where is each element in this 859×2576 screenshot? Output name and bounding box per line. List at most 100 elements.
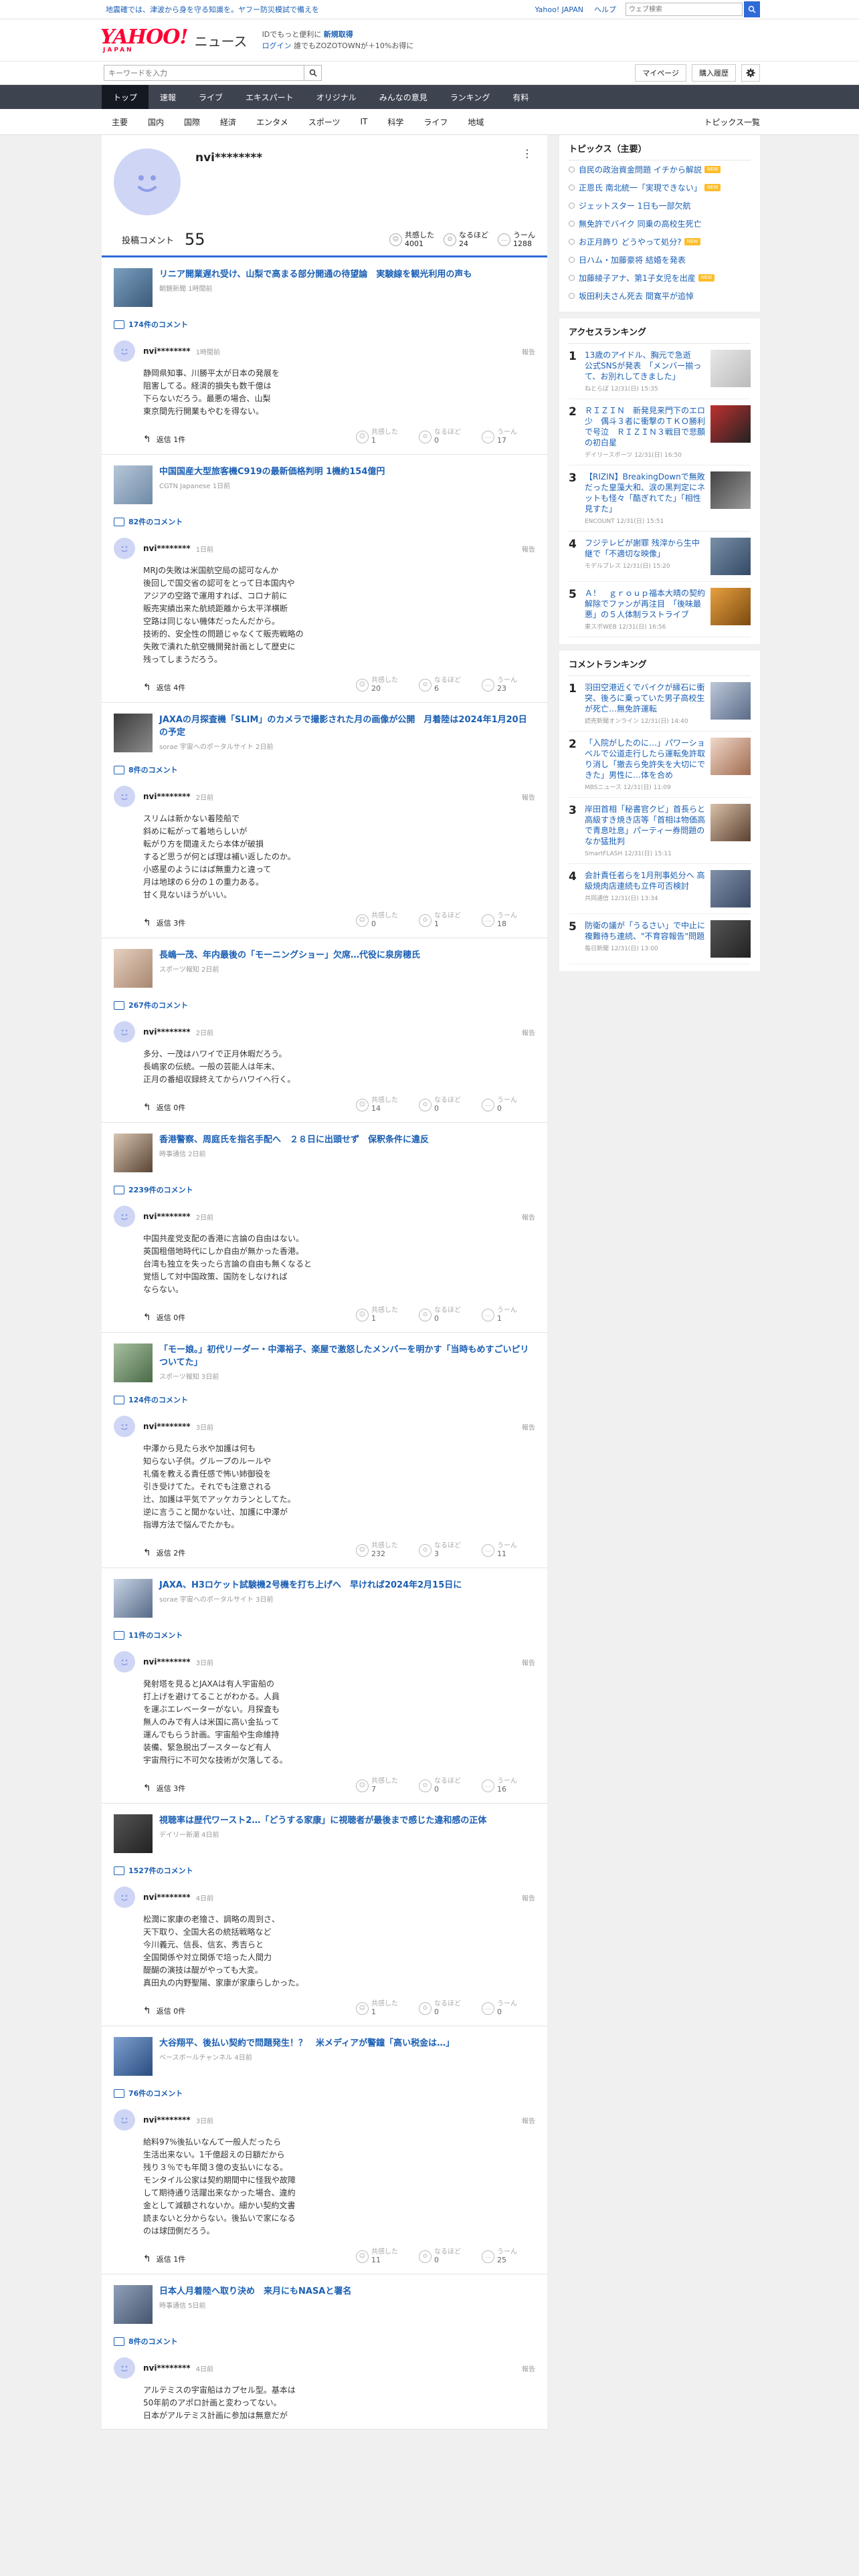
comment-user-name[interactable]: nvi******** (143, 2115, 191, 2125)
comment-count-link[interactable]: 8件のコメント (114, 764, 535, 775)
article-thumbnail[interactable] (114, 2037, 153, 2076)
report-link[interactable]: 報告 (522, 1212, 535, 1222)
reaction-button-0[interactable]: ☺ 共感した 7 (356, 1778, 409, 1794)
keyword-input[interactable] (104, 65, 304, 81)
reply-button[interactable]: ↰ 返信 4件 (143, 682, 185, 693)
article-title[interactable]: リニア開業遅れ受け、山梨で高まる部分開通の待望論 実験線を観光利用の声も (159, 268, 472, 281)
article-title[interactable]: 香港警察、周庭氏を指名手配へ ２８日に出頭せず 保釈条件に違反 (159, 1134, 429, 1146)
report-link[interactable]: 報告 (522, 2115, 535, 2125)
nav-tab-7[interactable]: 有料 (501, 85, 540, 109)
purchase-history-button[interactable]: 購入履歴 (692, 64, 736, 82)
comment-avatar[interactable] (114, 2357, 135, 2379)
ranking-title[interactable]: フジテレビが謝罪 残滓から生中継で「不適切な映像」 (585, 538, 705, 559)
comment-count-link[interactable]: 76件のコメント (114, 2088, 535, 2099)
category-tab-8[interactable]: ライフ (413, 116, 458, 128)
ranking-title[interactable]: 13歳のアイドル、胸元で急逝 公式SNSが発表 「メンバー揃って、お別れしてきま… (585, 350, 705, 382)
category-tab-9[interactable]: 地域 (458, 116, 494, 128)
comment-user-name[interactable]: nvi******** (143, 1212, 191, 1221)
nav-tab-6[interactable]: ランキング (439, 85, 502, 109)
comment-user-name[interactable]: nvi******** (143, 1027, 191, 1037)
ranking-title[interactable]: 羽田空港近くでバイクが縁石に衝突、後ろに乗っていた男子高校生が死亡…無免許運転 (585, 682, 705, 714)
nav-tab-4[interactable]: オリジナル (305, 85, 368, 109)
article-thumbnail[interactable] (114, 714, 153, 752)
comment-user-name[interactable]: nvi******** (143, 2363, 191, 2373)
topic-item[interactable]: お正月飾り どうやって処分? NEW (569, 233, 751, 251)
login-link[interactable]: ログイン (262, 41, 292, 50)
reaction-button-0[interactable]: ☺ 共感した 14 (356, 1097, 409, 1113)
reaction-button-1[interactable]: ⊙ なるほど 0 (419, 1307, 472, 1323)
ranking-item[interactable]: 5 防衛の議が「うるさい」で中止に 複難待ち連続、"不育容報告"問題 毎日新聞 12… (569, 914, 751, 964)
report-link[interactable]: 報告 (522, 1893, 535, 1903)
topic-item[interactable]: 自民の政治資金問題 イチから解説 NEW (569, 160, 751, 179)
comment-avatar[interactable] (114, 1206, 135, 1227)
article-title[interactable]: JAXA、H3ロケット試験機2号機を打ち上げへ 早ければ2024年2月15日に (159, 1579, 462, 1592)
comment-avatar[interactable] (114, 1887, 135, 1908)
reaction-button-2[interactable]: … うーん 0 (482, 2000, 535, 2016)
ranking-title[interactable]: Ａ！ ｇｒｏｕｐ福本大晴の契約解除でファンが再注目 「後味最悪」の５人体制ラスト… (585, 588, 705, 620)
comment-count-link[interactable]: 11件のコメント (114, 1630, 535, 1640)
comment-count-link[interactable]: 267件のコメント (114, 1000, 535, 1010)
category-tab-1[interactable]: 国内 (138, 116, 174, 128)
nav-tab-1[interactable]: 速報 (149, 85, 187, 109)
ranking-thumbnail[interactable] (710, 471, 751, 509)
ranking-thumbnail[interactable] (710, 920, 751, 958)
category-tab-6[interactable]: IT (350, 117, 377, 126)
comment-avatar[interactable] (114, 340, 135, 362)
web-search-input[interactable] (626, 3, 743, 16)
article-link[interactable]: 視聴率は歴代ワースト2…「どうする家康」に視聴者が最後まで感じた違和感の正体 デイ… (114, 1814, 535, 1853)
ranking-thumbnail[interactable] (710, 538, 751, 575)
article-link[interactable]: 長嶋一茂、年内最後の「モーニングショー」欠席…代役に泉房穂氏 スポーツ報知 2日前 (114, 949, 535, 988)
comment-avatar[interactable] (114, 2109, 135, 2131)
disaster-alert-link[interactable]: 地震確では、津波から身を守る知識を。ヤフー防災模試で備えを (106, 4, 524, 15)
reply-button[interactable]: ↰ 返信 3件 (143, 1783, 185, 1794)
reaction-button-2[interactable]: … うーん 25 (482, 2248, 535, 2264)
ranking-thumbnail[interactable] (710, 870, 751, 907)
report-link[interactable]: 報告 (522, 1027, 535, 1037)
ranking-item[interactable]: 3 岸田首相「秘書官クビ」首長らと高級すき焼き店等「首相は物価高で青息吐息」パーテ… (569, 798, 751, 864)
article-title[interactable]: 大谷翔平、後払い契約で問題発生！？ 米メディアが警鐘「高い税金は…」 (159, 2037, 454, 2050)
reaction-button-2[interactable]: … うーん 23 (482, 677, 535, 693)
zozo-promo-link[interactable]: 誰でもZOZOTOWNが＋10%お得に (294, 41, 413, 50)
reaction-button-1[interactable]: ⊙ なるほど 3 (419, 1542, 472, 1558)
article-title[interactable]: JAXAの月探査機「SLIM」のカメラで撮影された月の画像が公開 月着陸は202… (159, 714, 535, 739)
category-tab-4[interactable]: エンタメ (246, 116, 298, 128)
reaction-button-0[interactable]: ☺ 共感した 232 (356, 1542, 409, 1558)
article-thumbnail[interactable] (114, 465, 153, 504)
article-thumbnail[interactable] (114, 1134, 153, 1172)
comment-count-link[interactable]: 124件のコメント (114, 1394, 535, 1405)
article-thumbnail[interactable] (114, 268, 153, 307)
ranking-item[interactable]: 5 Ａ！ ｇｒｏｕｐ福本大晴の契約解除でファンが再注目 「後味最悪」の５人体制ラス… (569, 582, 751, 637)
web-search-button[interactable] (744, 1, 760, 17)
comment-avatar[interactable] (114, 1651, 135, 1673)
comment-count-link[interactable]: 8件のコメント (114, 2336, 535, 2347)
topic-item[interactable]: ジェットスター 1日も一部欠航 (569, 197, 751, 215)
ranking-thumbnail[interactable] (710, 588, 751, 625)
comment-count-link[interactable]: 82件のコメント (114, 516, 535, 527)
reaction-button-0[interactable]: ☺ 共感した 1 (356, 429, 409, 445)
more-menu-button[interactable]: ⋮ (522, 147, 533, 160)
reaction-button-2[interactable]: … うーん 0 (482, 1097, 535, 1113)
ranking-title[interactable]: 会計責任者らを1月刑事処分へ 高級焼肉店連続も立件可否検討 (585, 870, 705, 891)
article-title[interactable]: 日本人月着陸へ取り決め 来月にもNASAと署名 (159, 2285, 351, 2298)
article-link[interactable]: 香港警察、周庭氏を指名手配へ ２８日に出頭せず 保釈条件に違反 時事通信 2日前 (114, 1134, 535, 1172)
reaction-button-0[interactable]: ☺ 共感した 1 (356, 2000, 409, 2016)
category-tab-0[interactable]: 主要 (102, 116, 138, 128)
article-link[interactable]: 大谷翔平、後払い契約で問題発生！？ 米メディアが警鐘「高い税金は…」 ベースボール… (114, 2037, 535, 2076)
article-link[interactable]: 「モー娘。」初代リーダー・中澤裕子、楽屋で激怒したメンバーを明かす「当時もめすご… (114, 1344, 535, 1382)
report-link[interactable]: 報告 (522, 2363, 535, 2373)
category-tab-7[interactable]: 科学 (377, 116, 413, 128)
reply-button[interactable]: ↰ 返信 0件 (143, 1312, 185, 1323)
ranking-title[interactable]: ＲＩＺＩＮ 新発見来門下のエロ少 偶斗３者に衝撃のＴＫＯ勝利で号泣 ＲＩＺＩＮ３… (585, 405, 705, 448)
reply-button[interactable]: ↰ 返信 0件 (143, 1102, 185, 1113)
reaction-button-2[interactable]: … うーん 18 (482, 912, 535, 928)
comment-avatar[interactable] (114, 786, 135, 807)
ranking-item[interactable]: 3 【RIZIN】BreakingDownで無敗だった皇藻大和、涙の黒判定にネット… (569, 465, 751, 532)
reaction-button-0[interactable]: ☺ 共感した 0 (356, 912, 409, 928)
article-title[interactable]: 中国国産大型旅客機C919の最新価格判明 1機約154億円 (159, 465, 385, 478)
signup-link[interactable]: 新規取得 (324, 30, 353, 39)
reply-button[interactable]: ↰ 返信 0件 (143, 2006, 185, 2016)
reaction-button-0[interactable]: ☺ 共感した 1 (356, 1307, 409, 1323)
ranking-item[interactable]: 4 フジテレビが謝罪 残滓から生中継で「不適切な映像」 モデルプレス 12/31(日… (569, 532, 751, 582)
reply-button[interactable]: ↰ 返信 1件 (143, 2254, 185, 2264)
article-thumbnail[interactable] (114, 2285, 153, 2324)
